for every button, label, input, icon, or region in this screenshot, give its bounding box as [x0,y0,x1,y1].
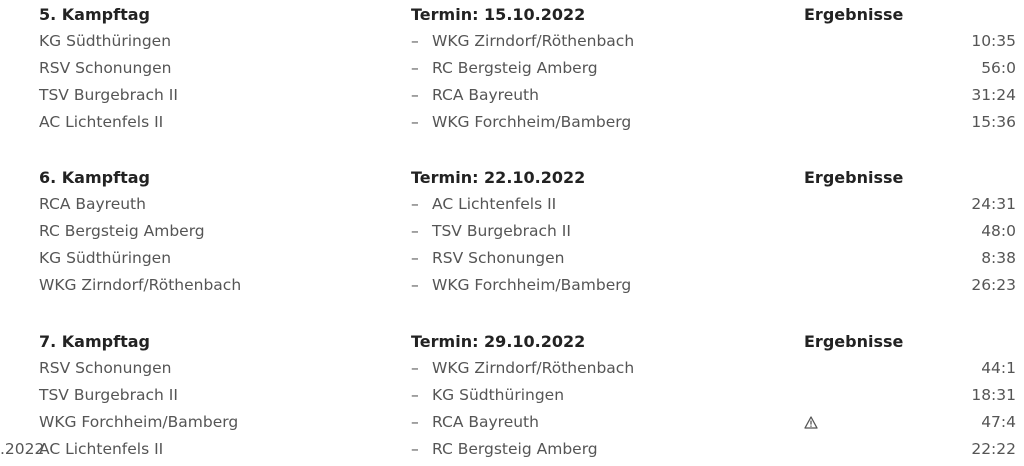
versus-dash: – [411,413,419,431]
matchday-header: 6. Kampftag Termin: 22.10.2022 Ergebniss… [0,164,1024,191]
match-score: 22:22 [971,440,1016,458]
match-score: 18:31 [971,386,1016,404]
match-score: 24:31 [971,195,1016,213]
home-team: TSV Burgebrach II [39,386,178,404]
matchday-title: 7. Kampftag [39,332,150,351]
away-team: RCA Bayreuth [432,86,539,104]
versus-dash: – [411,386,419,404]
match-row: TSV Burgebrach II – KG Südthüringen 18:3… [0,382,1024,409]
match-row: WKG Forchheim/Bamberg – RCA Bayreuth 47:… [0,409,1024,436]
home-team: RSV Schonungen [39,59,172,77]
away-team: RCA Bayreuth [432,413,539,431]
away-team: RC Bergsteig Amberg [432,59,598,77]
warning-icon[interactable] [804,416,818,429]
match-row: .2022 AC Lichtenfels II – RC Bergsteig A… [0,436,1024,463]
matchday-header: 5. Kampftag Termin: 15.10.2022 Ergebniss… [0,1,1024,28]
home-team: AC Lichtenfels II [39,113,164,131]
away-team: WKG Forchheim/Bamberg [432,276,632,294]
home-team: TSV Burgebrach II [39,86,178,104]
versus-dash: – [411,249,419,267]
results-label: Ergebnisse [804,168,904,187]
away-team: RSV Schonungen [432,249,565,267]
home-team: KG Südthüringen [39,32,172,50]
versus-dash: – [411,59,419,77]
versus-dash: – [411,440,419,458]
match-score: 44:1 [981,359,1016,377]
results-label: Ergebnisse [804,332,904,351]
matchday-title: 6. Kampftag [39,168,150,187]
versus-dash: – [411,113,419,131]
away-team: RC Bergsteig Amberg [432,440,598,458]
matchday-title: 5. Kampftag [39,5,150,24]
away-team: WKG Zirndorf/Röthenbach [432,32,635,50]
truncated-date-text: .2022 [0,440,45,458]
match-row: RSV Schonungen – WKG Zirndorf/Röthenbach… [0,355,1024,382]
match-score: 10:35 [971,32,1016,50]
matchday-date: Termin: 29.10.2022 [411,332,586,351]
away-team: TSV Burgebrach II [432,222,571,240]
match-score: 31:24 [971,86,1016,104]
match-row: AC Lichtenfels II – WKG Forchheim/Bamber… [0,109,1024,136]
home-team: RC Bergsteig Amberg [39,222,205,240]
versus-dash: – [411,222,419,240]
home-team: WKG Forchheim/Bamberg [39,413,239,431]
results-label: Ergebnisse [804,5,904,24]
match-row: RC Bergsteig Amberg – TSV Burgebrach II … [0,218,1024,245]
away-team: WKG Zirndorf/Röthenbach [432,359,635,377]
match-row: RCA Bayreuth – AC Lichtenfels II 24:31 [0,191,1024,218]
versus-dash: – [411,276,419,294]
match-score: 15:36 [971,113,1016,131]
versus-dash: – [411,195,419,213]
match-score: 48:0 [981,222,1016,240]
versus-dash: – [411,86,419,104]
match-score: 8:38 [981,249,1016,267]
match-row: KG Südthüringen – RSV Schonungen 8:38 [0,245,1024,272]
matchday-header: 7. Kampftag Termin: 29.10.2022 Ergebniss… [0,328,1024,355]
match-score: 56:0 [981,59,1016,77]
home-team: KG Südthüringen [39,249,172,267]
away-team: AC Lichtenfels II [432,195,557,213]
home-team: RSV Schonungen [39,359,172,377]
home-team: AC Lichtenfels II [39,440,164,458]
match-row: TSV Burgebrach II – RCA Bayreuth 31:24 [0,82,1024,109]
match-score: 47:4 [981,413,1016,431]
match-row: KG Südthüringen – WKG Zirndorf/Röthenbac… [0,28,1024,55]
versus-dash: – [411,32,419,50]
home-team: WKG Zirndorf/Röthenbach [39,276,242,294]
matchday-date: Termin: 15.10.2022 [411,5,586,24]
versus-dash: – [411,359,419,377]
away-team: KG Südthüringen [432,386,565,404]
matchday-date: Termin: 22.10.2022 [411,168,586,187]
match-score: 26:23 [971,276,1016,294]
match-row: RSV Schonungen – RC Bergsteig Amberg 56:… [0,55,1024,82]
match-row: WKG Zirndorf/Röthenbach – WKG Forchheim/… [0,272,1024,299]
away-team: WKG Forchheim/Bamberg [432,113,632,131]
home-team: RCA Bayreuth [39,195,146,213]
